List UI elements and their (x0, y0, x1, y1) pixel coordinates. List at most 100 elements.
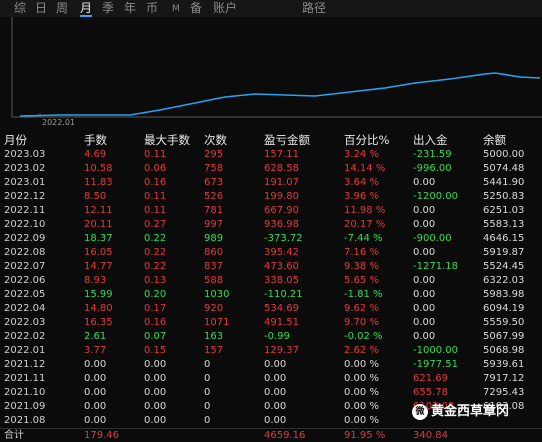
table-row[interactable]: 2023.01 11.83 0.16 673 191.07 3.64 % 0.00 5441.… (0, 176, 542, 189)
table-row[interactable]: 2021.12 0.00 0.00 0 0.00 0.00 % -1977.51 5939.6… (0, 358, 542, 371)
tab-year[interactable]: 年 (124, 0, 136, 17)
row-month: 2023.01 (4, 177, 46, 188)
header-balance: 余额 (483, 133, 506, 147)
row-cash-flow: 0.00 (413, 219, 436, 230)
row-pnl: 0.00 (264, 415, 287, 426)
tab-account[interactable]: 账户 (213, 0, 237, 17)
tab-currency[interactable]: 币 (146, 0, 158, 17)
row-balance: 5074.48 (483, 163, 525, 174)
row-pnl: 628.58 (264, 163, 299, 174)
row-pnl: -0.99 (264, 331, 290, 342)
tab-day[interactable]: 日 (35, 0, 47, 17)
row-max-lots: 0.13 (144, 275, 167, 286)
row-lots: 16.05 (84, 247, 113, 258)
row-pnl: -110.21 (264, 289, 303, 300)
tab-month[interactable]: 月 (80, 0, 93, 17)
row-percent: 0.00 % (344, 359, 379, 370)
tab-week[interactable]: 周 (56, 0, 68, 17)
row-pnl: 667.90 (264, 205, 299, 216)
table-row[interactable]: 2023.02 10.58 0.06 758 628.58 14.14 % -996.00 5… (0, 162, 542, 175)
row-lots: 14.77 (84, 261, 113, 272)
table-row[interactable]: 2022.04 14.80 0.17 920 534.69 9.62 % 0.00 6094.… (0, 302, 542, 315)
row-count: 0 (204, 401, 211, 412)
row-month: 2022.04 (4, 303, 46, 314)
row-percent: 14.14 % (344, 163, 386, 174)
row-count: 157 (204, 345, 224, 356)
table-total-row: 合计 179.46 4659.16 91.95 % 340.84 (0, 428, 542, 442)
row-lots: 11.83 (84, 177, 113, 188)
row-count: 673 (204, 177, 224, 188)
row-balance: 5919.87 (483, 247, 525, 258)
row-pnl: 936.98 (264, 219, 299, 230)
row-max-lots: 0.11 (144, 191, 167, 202)
row-cash-flow: 0.00 (413, 317, 436, 328)
table-row[interactable]: 2022.03 16.35 0.16 1071 491.51 9.70 % 0.00 5559… (0, 316, 542, 329)
row-balance: 5250.83 (483, 191, 525, 202)
row-balance: 7295.43 (483, 387, 525, 398)
tab-overview[interactable]: 综 (14, 0, 26, 17)
row-percent: 0.00 % (344, 415, 379, 426)
tab-m[interactable]: M (172, 1, 180, 18)
table-row[interactable]: 2023.03 4.69 0.11 295 157.11 3.24 % -231.59 500… (0, 148, 542, 161)
row-max-lots: 0.11 (144, 205, 167, 216)
row-count: 989 (204, 233, 224, 244)
tab-notes[interactable]: 备 (190, 0, 202, 17)
row-lots: 20.11 (84, 219, 113, 230)
row-pnl: 0.00 (264, 387, 287, 398)
row-cash-flow: 0.00 (413, 331, 436, 342)
table-row[interactable]: 2022.12 8.50 0.11 526 199.80 3.96 % -1200.00 52… (0, 190, 542, 203)
table-row[interactable]: 2021.11 0.00 0.00 0 0.00 0.00 % 621.69 7917.12 (0, 372, 542, 385)
row-percent: 3.24 % (344, 149, 379, 160)
header-month: 月份 (4, 133, 27, 147)
row-percent: -7.44 % (344, 233, 383, 244)
row-percent: 0.00 % (344, 387, 379, 398)
row-month: 2021.12 (4, 359, 46, 370)
table-row[interactable]: 2022.11 12.11 0.11 781 667.90 11.98 % 0.00 6251… (0, 204, 542, 217)
header-max-lots: 最大手数 (144, 133, 190, 147)
table-row[interactable]: 2022.06 8.93 0.13 588 338.05 5.65 % 0.00 6322.0… (0, 274, 542, 287)
row-max-lots: 0.17 (144, 303, 167, 314)
tab-quarter[interactable]: 季 (102, 0, 114, 17)
row-pnl: 534.69 (264, 303, 299, 314)
row-cash-flow: -996.00 (413, 163, 452, 174)
table-row[interactable]: 2022.07 14.77 0.22 837 473.60 9.38 % -1271.18 5… (0, 260, 542, 273)
row-balance: 5524.45 (483, 261, 525, 272)
row-percent: 5.65 % (344, 275, 379, 286)
row-percent: -1.81 % (344, 289, 383, 300)
equity-curve-line (19, 72, 541, 117)
period-tab-bar: 综 日 周 月 季 年 币 M 备 账户 路径 (0, 0, 542, 17)
table-row[interactable]: 2021.10 0.00 0.00 0 0.00 0.00 % 655.78 7295.43 (0, 386, 542, 399)
table-row[interactable]: 2022.01 3.77 0.15 157 129.37 2.62 % -1000.00 50… (0, 344, 542, 357)
row-month: 2022.01 (4, 345, 46, 356)
row-balance: 5067.99 (483, 331, 525, 342)
row-lots: 10.58 (84, 163, 113, 174)
row-pnl: -373.72 (264, 233, 303, 244)
table-row[interactable]: 2022.10 20.11 0.27 997 936.98 20.17 % 0.00 5583… (0, 218, 542, 231)
row-month: 2022.07 (4, 261, 46, 272)
row-pnl: 0.00 (264, 359, 287, 370)
row-cash-flow: -900.00 (413, 233, 452, 244)
row-cash-flow: 0.00 (413, 247, 436, 258)
row-lots: 0.00 (84, 401, 107, 412)
table-row[interactable]: 2022.09 18.37 0.22 989 -373.72 -7.44 % -900.00… (0, 232, 542, 245)
row-count: 920 (204, 303, 224, 314)
table-row[interactable]: 2022.02 2.61 0.07 163 -0.99 -0.02 % 0.00 5067.9… (0, 330, 542, 343)
row-month: 2021.08 (4, 415, 46, 426)
row-count: 1030 (204, 289, 230, 300)
row-lots: 16.35 (84, 317, 113, 328)
equity-chart-svg (11, 17, 542, 118)
row-cash-flow: -1200.00 (413, 191, 458, 202)
header-pnl: 盈亏金额 (264, 133, 310, 147)
table-row[interactable]: 2022.08 16.05 0.22 860 395.42 7.16 % 0.00 5919.… (0, 246, 542, 259)
row-max-lots: 0.00 (144, 401, 167, 412)
row-count: 781 (204, 205, 224, 216)
row-percent: 0.00 % (344, 373, 379, 384)
row-lots: 0.00 (84, 359, 107, 370)
tab-path[interactable]: 路径 (302, 0, 326, 17)
row-max-lots: 0.00 (144, 415, 167, 426)
row-cash-flow: -231.59 (413, 149, 452, 160)
table-row[interactable]: 2022.05 15.99 0.20 1030 -110.21 -1.81 % 0.00 59… (0, 288, 542, 301)
row-lots: 8.93 (84, 275, 107, 286)
row-count: 588 (204, 275, 224, 286)
total-cash-flow: 340.84 (413, 430, 448, 441)
